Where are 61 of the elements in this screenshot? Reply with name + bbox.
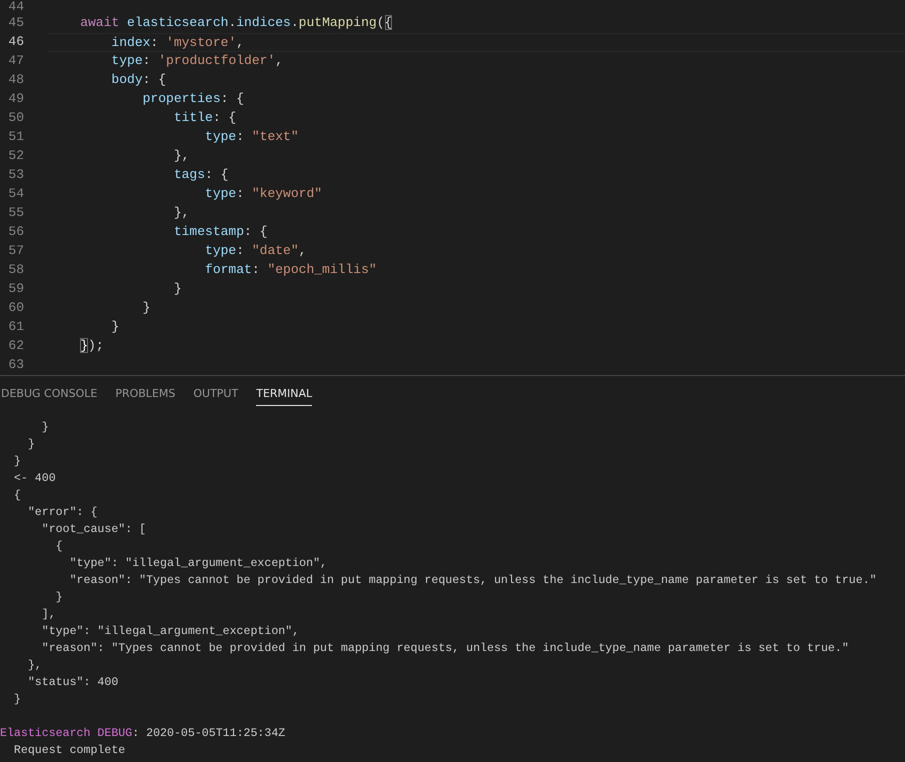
line-number: 61 bbox=[7, 318, 24, 336]
terminal-line: Elasticsearch DEBUG: 2020-05-05T11:25:34Z bbox=[0, 727, 286, 740]
terminal-line: <- 400 bbox=[12, 472, 56, 485]
terminal-line: } bbox=[40, 421, 49, 434]
line-number: 50 bbox=[7, 109, 24, 127]
line-number: 58 bbox=[7, 261, 24, 279]
line-number: 45 bbox=[7, 14, 24, 32]
line-number: 46 bbox=[7, 33, 24, 51]
terminal-line: "root_cause": [ bbox=[40, 523, 146, 536]
code-line: type: "date", bbox=[204, 242, 308, 260]
line-number: 63 bbox=[7, 356, 24, 374]
line-number: 47 bbox=[7, 52, 24, 70]
terminal-line: Request complete bbox=[12, 744, 126, 757]
code-line: }, bbox=[172, 147, 190, 165]
code-line: title: { bbox=[172, 109, 238, 127]
code-line: format: "epoch_millis" bbox=[204, 261, 378, 279]
terminal-line: } bbox=[26, 438, 35, 451]
panel-tab[interactable]: PROBLEMS bbox=[115, 382, 176, 406]
line-number: 44 bbox=[7, 0, 24, 14]
line-number: 53 bbox=[7, 166, 24, 184]
terminal-line: "type": "illegal_argument_exception", bbox=[68, 557, 327, 570]
terminal-line: { bbox=[54, 540, 63, 553]
terminal-line: "reason": "Types cannot be provided in put mapping requests, unless the include_type_name parameter is set to true." bbox=[40, 642, 849, 655]
terminal-line: } bbox=[54, 591, 63, 604]
code-line: } bbox=[172, 280, 183, 298]
terminal-line: } bbox=[12, 693, 21, 706]
line-number: 60 bbox=[7, 299, 24, 317]
terminal-line: }, bbox=[26, 659, 42, 672]
line-number: 49 bbox=[7, 90, 24, 108]
code-line: type: "keyword" bbox=[204, 185, 324, 203]
code-line: }, bbox=[172, 204, 190, 222]
line-number: 62 bbox=[7, 337, 24, 355]
line-number: 56 bbox=[7, 223, 24, 241]
terminal-line: "status": 400 bbox=[26, 676, 118, 689]
line-number: 48 bbox=[7, 71, 24, 89]
panel-tab[interactable]: DEBUG CONSOLE bbox=[1, 382, 98, 406]
code-line: tags: { bbox=[172, 166, 230, 184]
terminal-line: { bbox=[12, 489, 21, 502]
code-line: body: { bbox=[110, 71, 168, 89]
terminal-line: } bbox=[12, 455, 21, 468]
code-line: }); bbox=[79, 337, 105, 355]
panel-tab[interactable]: TERMINAL bbox=[256, 382, 312, 406]
code-line: await elasticsearch.indices.putMapping({ bbox=[79, 14, 394, 32]
code-line: properties: { bbox=[142, 90, 246, 108]
code-line: } bbox=[142, 299, 152, 317]
line-number: 52 bbox=[7, 147, 24, 165]
terminal-line: "reason": "Types cannot be provided in put mapping requests, unless the include_type_name parameter is set to true." bbox=[68, 574, 877, 587]
line-number: 59 bbox=[7, 280, 24, 298]
code-line: type: "text" bbox=[204, 128, 300, 146]
line-number: 57 bbox=[7, 242, 24, 260]
line-number: 55 bbox=[7, 204, 24, 222]
code-line: index: 'mystore', bbox=[47, 33, 905, 52]
panel-tab[interactable]: OUTPUT bbox=[193, 382, 238, 406]
code-line: timestamp: { bbox=[172, 223, 268, 241]
code-line: type: 'productfolder', bbox=[110, 52, 284, 70]
code-line: } bbox=[110, 318, 120, 336]
terminal-line: "error": { bbox=[26, 506, 98, 519]
terminal-line: "type": "illegal_argument_exception", bbox=[40, 625, 300, 638]
line-number: 51 bbox=[7, 128, 24, 146]
line-number: 54 bbox=[7, 185, 24, 203]
terminal-line: ], bbox=[40, 608, 56, 621]
